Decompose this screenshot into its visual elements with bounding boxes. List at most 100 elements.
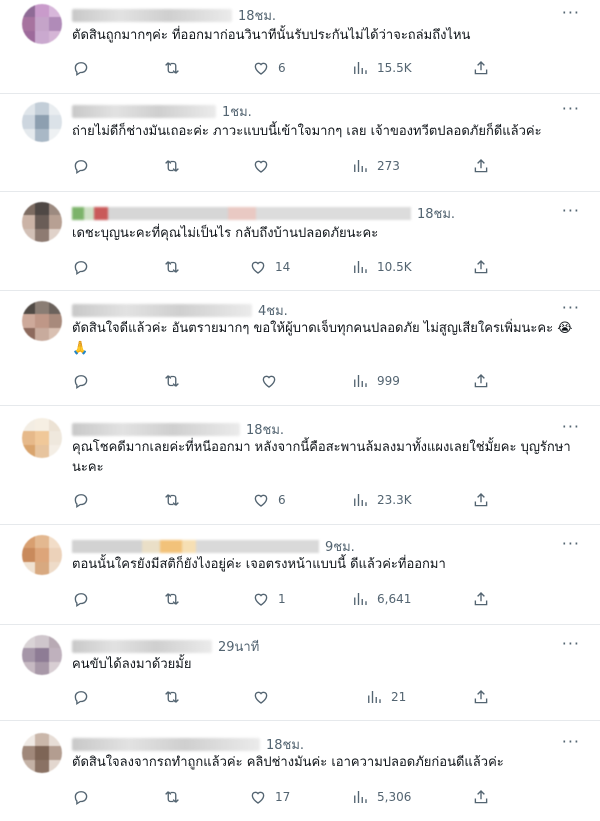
- views-button[interactable]: 23.3K: [351, 490, 412, 510]
- repost-icon: [163, 788, 181, 806]
- like-button[interactable]: [252, 687, 278, 707]
- like-button[interactable]: 6: [252, 58, 286, 78]
- reply-button[interactable]: [72, 257, 98, 277]
- reply-button[interactable]: [72, 787, 98, 807]
- reply-item[interactable]: 18ชม. ··· เดชะบุญนะคะที่คุณไม่เป็นไร กลั…: [0, 192, 600, 291]
- like-icon: [260, 372, 278, 390]
- timestamp[interactable]: 18ชม.: [417, 203, 455, 224]
- reply-item[interactable]: 4ชม. ··· ตัดสินใจดีแล้วค่ะ อันตรายมากๆ ข…: [0, 291, 600, 406]
- author-name[interactable]: [72, 737, 260, 751]
- repost-button[interactable]: [163, 589, 189, 609]
- more-icon[interactable]: ···: [562, 734, 580, 750]
- author-name[interactable]: [72, 303, 252, 317]
- share-button[interactable]: [472, 490, 490, 510]
- repost-button[interactable]: [163, 257, 189, 277]
- author-name[interactable]: [72, 422, 240, 436]
- share-icon: [472, 590, 490, 608]
- more-icon[interactable]: ···: [562, 5, 580, 21]
- reply-button[interactable]: [72, 589, 98, 609]
- repost-icon: [163, 590, 181, 608]
- reply-button[interactable]: [72, 490, 98, 510]
- like-button[interactable]: 1: [252, 589, 286, 609]
- avatar[interactable]: [22, 418, 62, 458]
- like-count: 17: [275, 790, 291, 804]
- like-button[interactable]: [252, 156, 278, 176]
- reply-icon: [72, 157, 90, 175]
- views-button[interactable]: 10.5K: [351, 257, 412, 277]
- views-icon: [351, 59, 369, 77]
- reply-item[interactable]: 29นาที ··· คนขับได้ลงมาด้วยมั้ย 21: [0, 625, 600, 721]
- reply-button[interactable]: [72, 58, 98, 78]
- author-name[interactable]: [72, 639, 212, 653]
- avatar[interactable]: [22, 635, 62, 675]
- views-button[interactable]: 21: [365, 687, 406, 707]
- share-button[interactable]: [472, 589, 490, 609]
- repost-button[interactable]: [163, 687, 189, 707]
- reply-icon: [72, 788, 90, 806]
- author-name[interactable]: [72, 206, 411, 220]
- timestamp[interactable]: 18ชม.: [238, 5, 276, 26]
- timestamp[interactable]: 4ชม.: [258, 300, 288, 321]
- reply-button[interactable]: [72, 687, 98, 707]
- reply-text: ตอนนั้นใครยังมีสติก็ยังไงอยู่ค่ะ เจอตรงห…: [72, 557, 446, 572]
- avatar[interactable]: [22, 202, 62, 242]
- share-icon: [472, 688, 490, 706]
- repost-button[interactable]: [163, 58, 189, 78]
- views-button[interactable]: 15.5K: [351, 58, 412, 78]
- more-icon[interactable]: ···: [562, 101, 580, 117]
- like-button[interactable]: 14: [249, 257, 290, 277]
- share-button[interactable]: [472, 787, 490, 807]
- views-icon: [351, 372, 369, 390]
- views-count: 23.3K: [377, 493, 412, 507]
- more-icon[interactable]: ···: [562, 203, 580, 219]
- repost-button[interactable]: [163, 490, 189, 510]
- like-button[interactable]: 6: [252, 490, 286, 510]
- repost-button[interactable]: [163, 787, 189, 807]
- views-button[interactable]: 6,641: [351, 589, 411, 609]
- author-name[interactable]: [72, 539, 319, 553]
- share-icon: [472, 157, 490, 175]
- like-button[interactable]: [260, 371, 286, 391]
- avatar[interactable]: [22, 4, 62, 44]
- reply-item[interactable]: 18ชม. ··· คุณโชคดีมากเลยค่ะที่หนีออกมา ห…: [0, 406, 600, 525]
- author-name[interactable]: [72, 8, 232, 22]
- views-count: 10.5K: [377, 260, 412, 274]
- repost-button[interactable]: [163, 156, 189, 176]
- timestamp[interactable]: 29นาที: [218, 636, 259, 657]
- share-button[interactable]: [472, 58, 490, 78]
- views-count: 6,641: [377, 592, 412, 606]
- repost-button[interactable]: [163, 371, 189, 391]
- like-button[interactable]: 17: [249, 787, 290, 807]
- views-button[interactable]: 5,306: [351, 787, 411, 807]
- more-icon[interactable]: ···: [562, 419, 580, 435]
- timestamp[interactable]: 18ชม.: [246, 419, 284, 440]
- avatar[interactable]: [22, 301, 62, 341]
- share-button[interactable]: [472, 371, 490, 391]
- reply-item[interactable]: 1ชม. ··· ถ่ายไม่ดีก็ช่างมันเถอะค่ะ ภาวะแ…: [0, 94, 600, 192]
- timestamp[interactable]: 1ชม.: [222, 101, 252, 122]
- share-icon: [472, 258, 490, 276]
- repost-icon: [163, 59, 181, 77]
- repost-icon: [163, 258, 181, 276]
- timestamp[interactable]: 18ชม.: [266, 734, 304, 755]
- share-button[interactable]: [472, 687, 490, 707]
- more-icon[interactable]: ···: [562, 536, 580, 552]
- views-button[interactable]: 999: [351, 371, 400, 391]
- avatar[interactable]: [22, 102, 62, 142]
- more-icon[interactable]: ···: [562, 636, 580, 652]
- avatar[interactable]: [22, 535, 62, 575]
- views-button[interactable]: 273: [351, 156, 400, 176]
- reply-button[interactable]: [72, 371, 98, 391]
- views-count: 999: [377, 374, 400, 388]
- share-button[interactable]: [472, 156, 490, 176]
- reply-item[interactable]: 18ชม. ··· ตัดสินใจลงจากรถทำถูกแล้วค่ะ คล…: [0, 721, 600, 821]
- reply-item[interactable]: 9ชม. ··· ตอนนั้นใครยังมีสติก็ยังไงอยู่ค่…: [0, 525, 600, 625]
- reply-item[interactable]: 18ชม. ··· ตัดสินถูกมากๆค่ะ ที่ออกมาก่อนว…: [0, 0, 600, 94]
- author-name[interactable]: [72, 104, 216, 118]
- views-icon: [351, 258, 369, 276]
- more-icon[interactable]: ···: [562, 300, 580, 316]
- avatar[interactable]: [22, 733, 62, 773]
- reply-button[interactable]: [72, 156, 98, 176]
- timestamp[interactable]: 9ชม.: [325, 536, 355, 557]
- share-button[interactable]: [472, 257, 490, 277]
